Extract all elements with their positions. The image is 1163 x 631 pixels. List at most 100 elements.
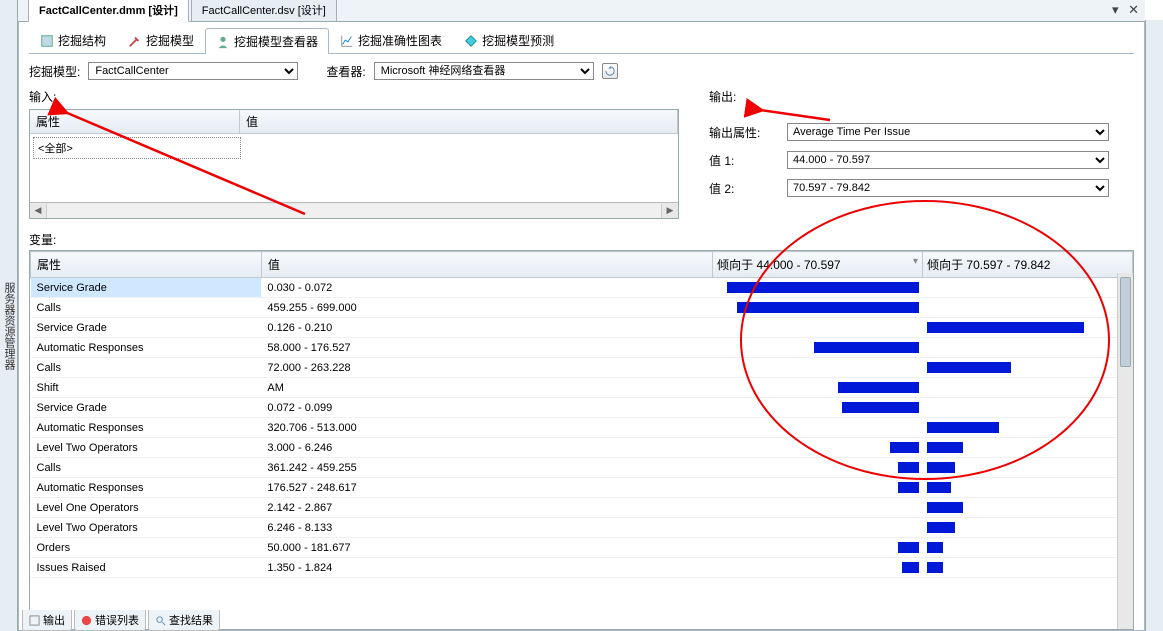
cell-bar1 [713, 378, 923, 398]
table-row[interactable]: Calls361.242 - 459.255 [31, 458, 1133, 478]
cell-attr: Service Grade [31, 398, 262, 418]
col-header-fav2[interactable]: 倾向于 70.597 - 79.842 [923, 252, 1133, 278]
output-v2-label: 值 2: [709, 180, 779, 197]
cell-val: 72.000 - 263.228 [261, 358, 712, 378]
cell-bar2 [923, 458, 1133, 478]
table-row[interactable]: Calls72.000 - 263.228 [31, 358, 1133, 378]
scroll-right-icon[interactable]: ▶ [662, 205, 678, 216]
cell-attr: Orders [31, 538, 262, 558]
server-explorer-label[interactable]: 服务器资源管理器 [3, 282, 15, 370]
scrollbar-thumb[interactable] [1120, 277, 1131, 367]
dropdown-icon[interactable]: ▾ [1112, 2, 1119, 17]
cell-attr: Automatic Responses [31, 418, 262, 438]
col-header-attr[interactable]: 属性 [31, 252, 262, 278]
variables-table: 属性 值 倾向于 44.000 - 70.597 ▾ 倾向于 70.597 - … [30, 251, 1133, 578]
scroll-left-icon[interactable]: ◀ [30, 205, 46, 216]
chart-icon [340, 34, 354, 48]
table-row[interactable]: Service Grade0.126 - 0.210 [31, 318, 1133, 338]
tab-prediction[interactable]: 挖掘模型预测 [453, 27, 565, 53]
input-row-all[interactable]: <全部> [33, 137, 241, 159]
table-row[interactable]: Service Grade0.072 - 0.099 [31, 398, 1133, 418]
pickaxe-icon [128, 34, 142, 48]
cell-bar1 [713, 298, 923, 318]
cell-bar1 [713, 398, 923, 418]
output-attr-select[interactable]: Average Time Per Issue [787, 123, 1109, 141]
viewer-select[interactable]: Microsoft 神经网络查看器 [374, 62, 594, 80]
cell-val: 6.246 - 8.133 [261, 518, 712, 538]
cell-attr: Automatic Responses [31, 338, 262, 358]
cell-val: 0.030 - 0.072 [261, 278, 712, 298]
tab-mining-structure[interactable]: 挖掘结构 [29, 27, 117, 53]
cell-bar2 [923, 498, 1133, 518]
cell-bar1 [713, 278, 923, 298]
cell-bar1 [713, 558, 923, 578]
table-row[interactable]: Automatic Responses320.706 - 513.000 [31, 418, 1133, 438]
document-tabs: FactCallCenter.dmm [设计] FactCallCenter.d… [18, 0, 1145, 22]
table-row[interactable]: Level Two Operators6.246 - 8.133 [31, 518, 1133, 538]
col-header-fav1[interactable]: 倾向于 44.000 - 70.597 ▾ [713, 252, 923, 278]
table-row[interactable]: Orders50.000 - 181.677 [31, 538, 1133, 558]
cell-attr: Level Two Operators [31, 438, 262, 458]
table-row[interactable]: Issues Raised1.350 - 1.824 [31, 558, 1133, 578]
tab-accuracy-chart[interactable]: 挖掘准确性图表 [329, 27, 453, 53]
variables-label: 变量: [29, 231, 1134, 248]
cell-attr: Issues Raised [31, 558, 262, 578]
cell-bar1 [713, 358, 923, 378]
cell-bar2 [923, 478, 1133, 498]
table-row[interactable]: Service Grade0.030 - 0.072 [31, 278, 1133, 298]
cell-bar2 [923, 398, 1133, 418]
bottom-tab-find[interactable]: 查找结果 [148, 610, 220, 631]
cell-bar1 [713, 438, 923, 458]
cell-attr: Calls [31, 298, 262, 318]
refresh-button[interactable] [602, 63, 618, 79]
mining-model-select[interactable]: FactCallCenter [88, 62, 298, 80]
cell-val: 459.255 - 699.000 [261, 298, 712, 318]
doc-tab-dmm[interactable]: FactCallCenter.dmm [设计] [28, 0, 189, 22]
person-icon [216, 35, 230, 49]
selector-row: 挖掘模型: FactCallCenter 查看器: Microsoft 神经网络… [29, 54, 1134, 88]
cell-bar2 [923, 338, 1133, 358]
tab-mining-model[interactable]: 挖掘模型 [117, 27, 205, 53]
cell-attr: Automatic Responses [31, 478, 262, 498]
cell-attr: Service Grade [31, 318, 262, 338]
input-col-attr[interactable]: 属性 [30, 110, 240, 133]
refresh-icon [605, 66, 615, 76]
variables-vscrollbar[interactable] [1117, 273, 1133, 629]
input-col-val[interactable]: 值 [240, 110, 678, 133]
tab-model-viewer[interactable]: 挖掘模型查看器 [205, 28, 329, 54]
output-icon [29, 615, 40, 626]
cell-bar2 [923, 298, 1133, 318]
search-icon [155, 615, 166, 626]
table-row[interactable]: Automatic Responses58.000 - 176.527 [31, 338, 1133, 358]
cell-bar2 [923, 558, 1133, 578]
cell-attr: Level One Operators [31, 498, 262, 518]
cell-bar1 [713, 418, 923, 438]
table-row[interactable]: Calls459.255 - 699.000 [31, 298, 1133, 318]
col-header-val[interactable]: 值 [261, 252, 712, 278]
filter-icon[interactable]: ▾ [913, 256, 918, 267]
close-icon[interactable]: ✕ [1128, 2, 1139, 17]
input-label: 输入: [29, 88, 679, 105]
designer-tabs: 挖掘结构 挖掘模型 挖掘模型查看器 挖掘准确性图表 挖掘模型预测 [29, 28, 1134, 54]
bottom-tab-output[interactable]: 输出 [22, 610, 72, 631]
cell-bar2 [923, 278, 1133, 298]
cell-val: 320.706 - 513.000 [261, 418, 712, 438]
cell-bar1 [713, 338, 923, 358]
cell-val: 0.072 - 0.099 [261, 398, 712, 418]
cube-icon [40, 34, 54, 48]
table-row[interactable]: Automatic Responses176.527 - 248.617 [31, 478, 1133, 498]
table-row[interactable]: Level Two Operators3.000 - 6.246 [31, 438, 1133, 458]
output-v2-select[interactable]: 70.597 - 79.842 [787, 179, 1109, 197]
bottom-tab-errors[interactable]: 错误列表 [74, 610, 146, 631]
output-attr-label: 输出属性: [709, 124, 779, 141]
cell-val: 0.126 - 0.210 [261, 318, 712, 338]
table-row[interactable]: ShiftAM [31, 378, 1133, 398]
cell-bar2 [923, 318, 1133, 338]
cell-val: 176.527 - 248.617 [261, 478, 712, 498]
output-v1-select[interactable]: 44.000 - 70.597 [787, 151, 1109, 169]
doc-tab-dsv[interactable]: FactCallCenter.dsv [设计] [191, 0, 337, 21]
cell-bar1 [713, 518, 923, 538]
table-row[interactable]: Level One Operators2.142 - 2.867 [31, 498, 1133, 518]
input-hscrollbar[interactable]: ◀ ▶ [30, 202, 678, 218]
bottom-tool-tabs: 输出 错误列表 查找结果 [22, 610, 222, 631]
